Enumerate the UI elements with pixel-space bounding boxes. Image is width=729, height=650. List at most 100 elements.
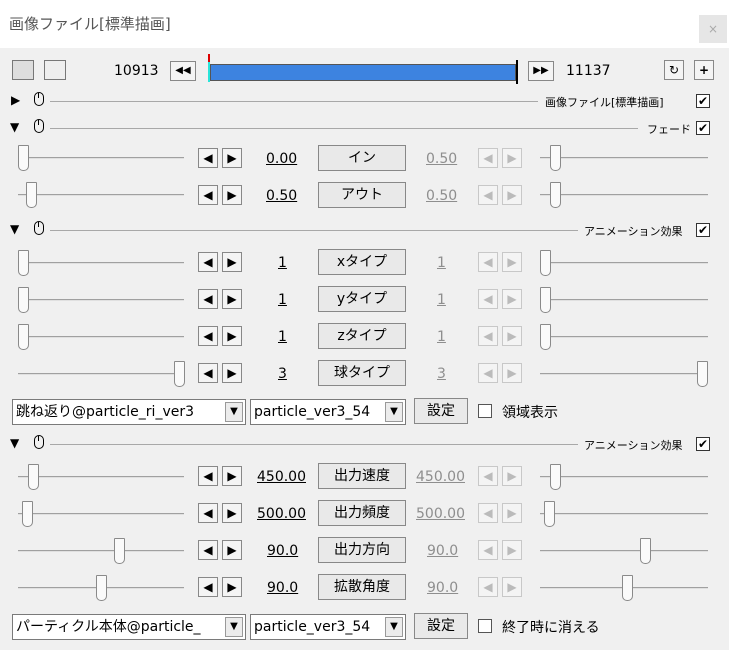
- collapsed-icon[interactable]: ▶: [11, 93, 20, 107]
- increment-button[interactable]: ▶: [502, 363, 522, 383]
- slider-thumb[interactable]: [697, 361, 708, 387]
- increment-button[interactable]: ▶: [222, 503, 242, 523]
- increment-button[interactable]: ▶: [222, 363, 242, 383]
- spread-angle-button[interactable]: 拡散角度: [318, 574, 406, 600]
- output-speed-end-value[interactable]: 450.00: [416, 469, 465, 485]
- y-type-end-value[interactable]: 1: [437, 292, 446, 308]
- output-direction-button[interactable]: 出力方向: [318, 537, 406, 563]
- x-type-end-slider[interactable]: [540, 262, 708, 264]
- fade-in-start-slider[interactable]: [18, 157, 184, 159]
- settings-button[interactable]: 設定: [414, 613, 468, 639]
- slider-thumb[interactable]: [550, 182, 561, 208]
- increment-button[interactable]: ▶: [222, 577, 242, 597]
- decrement-button[interactable]: ◀: [198, 326, 218, 346]
- sphere-type-start-slider[interactable]: [18, 373, 184, 375]
- decrement-button[interactable]: ◀: [198, 503, 218, 523]
- add-filter-button[interactable]: +: [694, 60, 714, 80]
- fade-in-end-slider[interactable]: [540, 157, 708, 159]
- fade-out-value[interactable]: 0.50: [266, 188, 297, 204]
- script-source-select[interactable]: particle_ver3_54 ▼: [250, 614, 406, 640]
- chevron-down-icon[interactable]: ▼: [225, 617, 243, 637]
- section-enable-checkbox[interactable]: ✔: [696, 94, 710, 108]
- z-type-start-slider[interactable]: [18, 336, 184, 338]
- x-type-end-value[interactable]: 1: [437, 255, 446, 271]
- fade-in-end-value[interactable]: 0.50: [426, 151, 457, 167]
- script-select[interactable]: パーティクル本体@particle_ ▼: [12, 614, 246, 640]
- decrement-button[interactable]: ◀: [478, 148, 498, 168]
- slider-thumb[interactable]: [540, 287, 551, 313]
- y-type-value[interactable]: 1: [278, 292, 287, 308]
- sphere-type-button[interactable]: 球タイプ: [318, 360, 406, 386]
- fade-in-value[interactable]: 0.00: [266, 151, 297, 167]
- x-type-value[interactable]: 1: [278, 255, 287, 271]
- output-speed-value[interactable]: 450.00: [257, 469, 306, 485]
- slider-thumb[interactable]: [18, 145, 29, 171]
- prev-keyframe-button[interactable]: ◀◀: [170, 61, 196, 81]
- fade-out-start-slider[interactable]: [18, 194, 184, 196]
- film-icon[interactable]: [12, 60, 34, 80]
- output-frequency-end-slider[interactable]: [540, 513, 708, 515]
- next-keyframe-button[interactable]: ▶▶: [528, 61, 554, 81]
- output-speed-button[interactable]: 出力速度: [318, 463, 406, 489]
- region-display-checkbox[interactable]: [478, 404, 492, 418]
- increment-button[interactable]: ▶: [222, 148, 242, 168]
- fade-out-end-slider[interactable]: [540, 194, 708, 196]
- decrement-button[interactable]: ◀: [478, 577, 498, 597]
- spread-angle-value[interactable]: 90.0: [267, 580, 298, 596]
- decrement-button[interactable]: ◀: [198, 466, 218, 486]
- fade-out-end-value[interactable]: 0.50: [426, 188, 457, 204]
- decrement-button[interactable]: ◀: [478, 363, 498, 383]
- output-direction-end-value[interactable]: 90.0: [427, 543, 458, 559]
- increment-button[interactable]: ▶: [502, 148, 522, 168]
- output-frequency-button[interactable]: 出力頻度: [318, 500, 406, 526]
- output-frequency-start-slider[interactable]: [18, 513, 184, 515]
- decrement-button[interactable]: ◀: [198, 540, 218, 560]
- decrement-button[interactable]: ◀: [478, 289, 498, 309]
- slider-thumb[interactable]: [540, 250, 551, 276]
- script-select[interactable]: 跳ね返り@particle_ri_ver3 ▼: [12, 399, 246, 425]
- slider-thumb[interactable]: [18, 287, 29, 313]
- image-icon[interactable]: [44, 60, 66, 80]
- slider-thumb[interactable]: [96, 575, 107, 601]
- slider-thumb[interactable]: [18, 250, 29, 276]
- x-type-start-slider[interactable]: [18, 262, 184, 264]
- increment-button[interactable]: ▶: [502, 503, 522, 523]
- expanded-icon[interactable]: ▼: [10, 436, 19, 450]
- decrement-button[interactable]: ◀: [198, 252, 218, 272]
- sphere-type-end-slider[interactable]: [540, 373, 708, 375]
- settings-button[interactable]: 設定: [414, 398, 468, 424]
- decrement-button[interactable]: ◀: [478, 503, 498, 523]
- z-type-end-value[interactable]: 1: [437, 329, 446, 345]
- output-speed-end-slider[interactable]: [540, 476, 708, 478]
- range-start-handle[interactable]: [208, 62, 210, 82]
- animation-1-enable-checkbox[interactable]: ✔: [696, 223, 710, 237]
- z-type-button[interactable]: zタイプ: [318, 323, 406, 349]
- increment-button[interactable]: ▶: [502, 252, 522, 272]
- slider-thumb[interactable]: [544, 501, 555, 527]
- decrement-button[interactable]: ◀: [478, 466, 498, 486]
- increment-button[interactable]: ▶: [222, 540, 242, 560]
- decrement-button[interactable]: ◀: [198, 577, 218, 597]
- loop-icon[interactable]: ↻: [664, 60, 684, 80]
- increment-button[interactable]: ▶: [502, 577, 522, 597]
- increment-button[interactable]: ▶: [502, 540, 522, 560]
- slider-thumb[interactable]: [550, 464, 561, 490]
- output-direction-start-slider[interactable]: [18, 550, 184, 552]
- slider-thumb[interactable]: [28, 464, 39, 490]
- fade-enable-checkbox[interactable]: ✔: [696, 121, 710, 135]
- increment-button[interactable]: ▶: [502, 185, 522, 205]
- slider-thumb[interactable]: [174, 361, 185, 387]
- chevron-down-icon[interactable]: ▼: [225, 402, 243, 422]
- fade-out-button[interactable]: アウト: [318, 182, 406, 208]
- output-frequency-end-value[interactable]: 500.00: [416, 506, 465, 522]
- slider-thumb[interactable]: [550, 145, 561, 171]
- z-type-end-slider[interactable]: [540, 336, 708, 338]
- disappear-on-end-checkbox[interactable]: [478, 619, 492, 633]
- range-end-handle[interactable]: [516, 60, 518, 84]
- slider-thumb[interactable]: [640, 538, 651, 564]
- decrement-button[interactable]: ◀: [478, 252, 498, 272]
- increment-button[interactable]: ▶: [502, 466, 522, 486]
- expanded-icon[interactable]: ▼: [10, 120, 19, 134]
- animation-2-enable-checkbox[interactable]: ✔: [696, 437, 710, 451]
- y-type-button[interactable]: yタイプ: [318, 286, 406, 312]
